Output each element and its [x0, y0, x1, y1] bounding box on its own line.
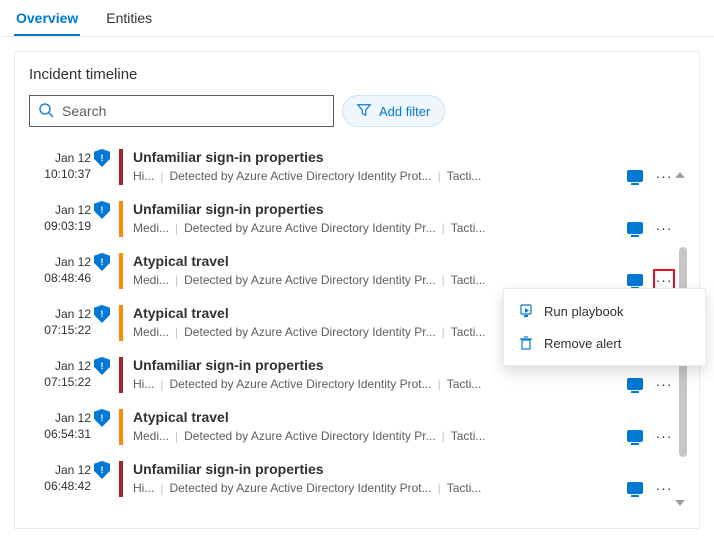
endpoint-icon — [627, 430, 643, 442]
alert-type-icon: ! — [91, 199, 113, 219]
severity-bar — [119, 305, 123, 341]
alert-severity: Medi... — [133, 273, 169, 287]
alert-detected-by: Detected by Azure Active Directory Ident… — [184, 429, 435, 443]
controls-row: Add filter — [15, 95, 699, 141]
endpoint-icon — [627, 274, 643, 286]
scroll-up-icon[interactable] — [675, 172, 685, 178]
scroll-down-icon[interactable] — [675, 500, 685, 506]
alert-severity: Medi... — [133, 221, 169, 235]
playbook-icon — [518, 303, 534, 319]
shield-icon: ! — [94, 201, 110, 219]
alert-detected-by: Detected by Azure Active Directory Ident… — [184, 325, 435, 339]
alert-severity: Hi... — [133, 481, 154, 495]
more-actions-button[interactable]: ··· — [653, 165, 675, 187]
alert-detected-by: Detected by Azure Active Directory Ident… — [184, 221, 435, 235]
alert-timestamp: Jan 1209:03:19 — [29, 199, 91, 234]
more-actions-button[interactable]: ··· — [653, 477, 675, 499]
endpoint-icon — [627, 482, 643, 494]
alert-tactics: Tacti... — [447, 481, 482, 495]
alert-tactics: Tacti... — [451, 221, 486, 235]
alert-row: Jan 1206:54:31! Atypical travel Medi...|De… — [15, 401, 689, 453]
trash-icon — [518, 335, 534, 351]
alert-title[interactable]: Unfamiliar sign-in properties — [133, 149, 627, 165]
alert-meta: Medi...|Detected by Azure Active Directo… — [133, 273, 627, 287]
endpoint-icon — [627, 170, 643, 182]
severity-bar — [119, 149, 123, 185]
shield-icon: ! — [94, 305, 110, 323]
shield-icon: ! — [94, 253, 110, 271]
alert-type-icon: ! — [91, 459, 113, 479]
alert-timestamp: Jan 1207:15:22 — [29, 303, 91, 338]
alert-title[interactable]: Atypical travel — [133, 409, 627, 425]
alert-type-icon: ! — [91, 355, 113, 375]
alert-row: Jan 1210:10:37! Unfamiliar sign-in proper… — [15, 141, 689, 193]
alert-severity: Hi... — [133, 169, 154, 183]
search-icon — [38, 102, 54, 121]
alert-tactics: Tacti... — [451, 429, 486, 443]
alert-meta: Hi...|Detected by Azure Active Directory… — [133, 377, 627, 391]
search-box[interactable] — [29, 95, 334, 127]
filter-icon — [357, 103, 371, 120]
alert-title[interactable]: Unfamiliar sign-in properties — [133, 201, 627, 217]
panel-title: Incident timeline — [15, 66, 699, 95]
alert-meta: Hi...|Detected by Azure Active Directory… — [133, 481, 627, 495]
search-input[interactable] — [62, 103, 325, 119]
alert-severity: Medi... — [133, 325, 169, 339]
severity-bar — [119, 253, 123, 289]
add-filter-button[interactable]: Add filter — [342, 95, 445, 127]
alert-tactics: Tacti... — [451, 325, 486, 339]
severity-bar — [119, 357, 123, 393]
severity-bar — [119, 201, 123, 237]
alert-type-icon: ! — [91, 303, 113, 323]
shield-icon: ! — [94, 409, 110, 427]
alert-type-icon: ! — [91, 407, 113, 427]
alert-timestamp: Jan 1210:10:37 — [29, 147, 91, 182]
alert-tactics: Tacti... — [447, 169, 482, 183]
alert-severity: Hi... — [133, 377, 154, 391]
alert-timestamp: Jan 1208:48:46 — [29, 251, 91, 286]
alert-timestamp: Jan 1207:15:22 — [29, 355, 91, 390]
alert-type-icon: ! — [91, 147, 113, 167]
menu-remove-alert[interactable]: Remove alert — [504, 327, 705, 359]
alert-type-icon: ! — [91, 251, 113, 271]
severity-bar — [119, 461, 123, 497]
endpoint-icon — [627, 222, 643, 234]
alert-title[interactable]: Unfamiliar sign-in properties — [133, 461, 627, 477]
severity-bar — [119, 409, 123, 445]
menu-run-label: Run playbook — [544, 304, 624, 319]
alert-title[interactable]: Atypical travel — [133, 253, 627, 269]
add-filter-label: Add filter — [379, 104, 430, 119]
more-actions-button[interactable]: ··· — [653, 373, 675, 395]
alert-timestamp: Jan 1206:48:42 — [29, 459, 91, 494]
alert-timestamp: Jan 1206:54:31 — [29, 407, 91, 442]
tabs: Overview Entities — [0, 0, 714, 37]
alert-row: Jan 1209:03:19! Unfamiliar sign-in proper… — [15, 193, 689, 245]
tab-overview[interactable]: Overview — [14, 0, 80, 36]
alert-detected-by: Detected by Azure Active Directory Ident… — [169, 481, 431, 495]
alert-severity: Medi... — [133, 429, 169, 443]
alert-meta: Medi...|Detected by Azure Active Directo… — [133, 221, 627, 235]
menu-run-playbook[interactable]: Run playbook — [504, 295, 705, 327]
alert-detected-by: Detected by Azure Active Directory Ident… — [184, 273, 435, 287]
endpoint-icon — [627, 378, 643, 390]
menu-remove-label: Remove alert — [544, 336, 621, 351]
alert-meta: Medi...|Detected by Azure Active Directo… — [133, 429, 627, 443]
alert-detected-by: Detected by Azure Active Directory Ident… — [169, 169, 431, 183]
tab-entities[interactable]: Entities — [104, 0, 154, 36]
shield-icon: ! — [94, 357, 110, 375]
shield-icon: ! — [94, 461, 110, 479]
alert-row: Jan 1206:48:42! Unfamiliar sign-in proper… — [15, 453, 689, 505]
context-menu: Run playbook Remove alert — [503, 288, 706, 366]
alert-detected-by: Detected by Azure Active Directory Ident… — [169, 377, 431, 391]
more-actions-button[interactable]: ··· — [653, 217, 675, 239]
alert-tactics: Tacti... — [451, 273, 486, 287]
shield-icon: ! — [94, 149, 110, 167]
more-actions-button[interactable]: ··· — [653, 425, 675, 447]
alert-meta: Hi...|Detected by Azure Active Directory… — [133, 169, 627, 183]
alert-tactics: Tacti... — [447, 377, 482, 391]
